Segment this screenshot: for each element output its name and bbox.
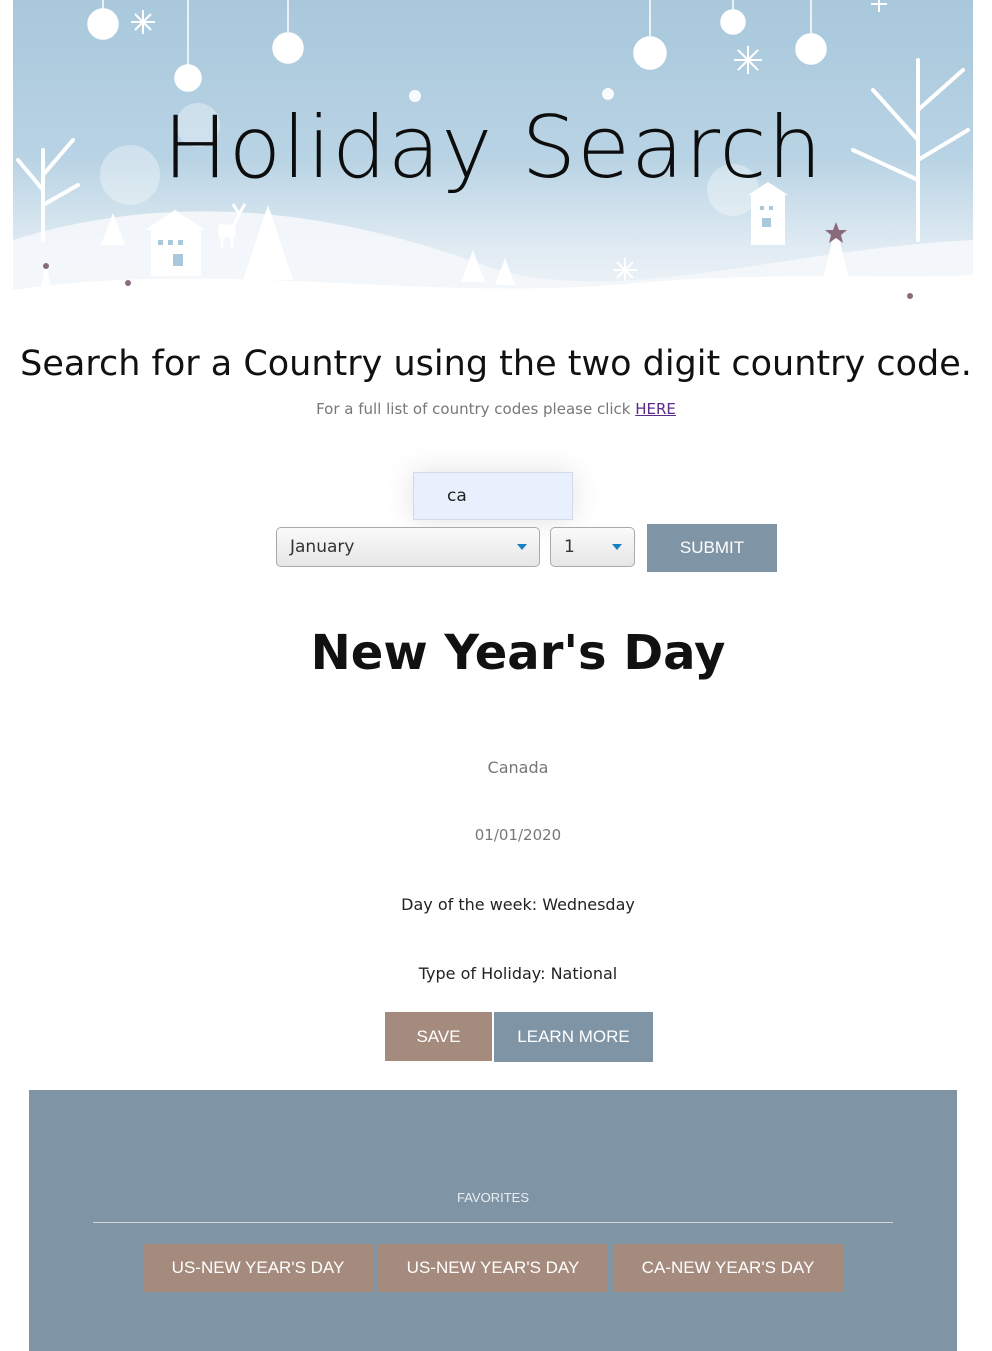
- site-title: Holiday Search: [162, 98, 824, 198]
- favorites-section: FAVORITES US-NEW YEAR'S DAY US-NEW YEAR'…: [29, 1090, 957, 1351]
- country-codes-link[interactable]: HERE: [635, 400, 676, 418]
- holiday-date: 01/01/2020: [474, 826, 562, 844]
- favorite-item[interactable]: US-NEW YEAR'S DAY: [378, 1244, 608, 1292]
- day-select[interactable]: 1: [550, 527, 635, 567]
- favorite-item[interactable]: US-NEW YEAR'S DAY: [143, 1244, 373, 1292]
- favorite-item[interactable]: CA-NEW YEAR'S DAY: [613, 1244, 843, 1292]
- month-select[interactable]: January: [276, 527, 540, 567]
- holiday-weekday: Day of the week: Wednesday: [401, 895, 635, 914]
- header-banner: Holiday Search: [13, 0, 973, 350]
- submit-button[interactable]: SUBMIT: [647, 524, 777, 572]
- save-button[interactable]: SAVE: [385, 1012, 492, 1061]
- day-select-value: 1: [564, 537, 575, 557]
- country-codes-hint-text: For a full list of country codes please …: [316, 400, 636, 418]
- country-code-input[interactable]: [413, 472, 573, 520]
- chevron-down-icon: [612, 544, 622, 550]
- favorites-divider: [93, 1222, 893, 1223]
- holiday-name: New Year's Day: [310, 625, 726, 681]
- learn-more-button[interactable]: LEARN MORE: [494, 1012, 653, 1062]
- search-instructions-heading: Search for a Country using the two digit…: [20, 344, 972, 384]
- chevron-down-icon: [517, 544, 527, 550]
- favorites-title: FAVORITES: [457, 1190, 529, 1205]
- holiday-country: Canada: [487, 758, 549, 777]
- holiday-type: Type of Holiday: National: [418, 964, 618, 983]
- month-select-value: January: [290, 537, 355, 557]
- country-codes-hint: For a full list of country codes please …: [0, 400, 992, 418]
